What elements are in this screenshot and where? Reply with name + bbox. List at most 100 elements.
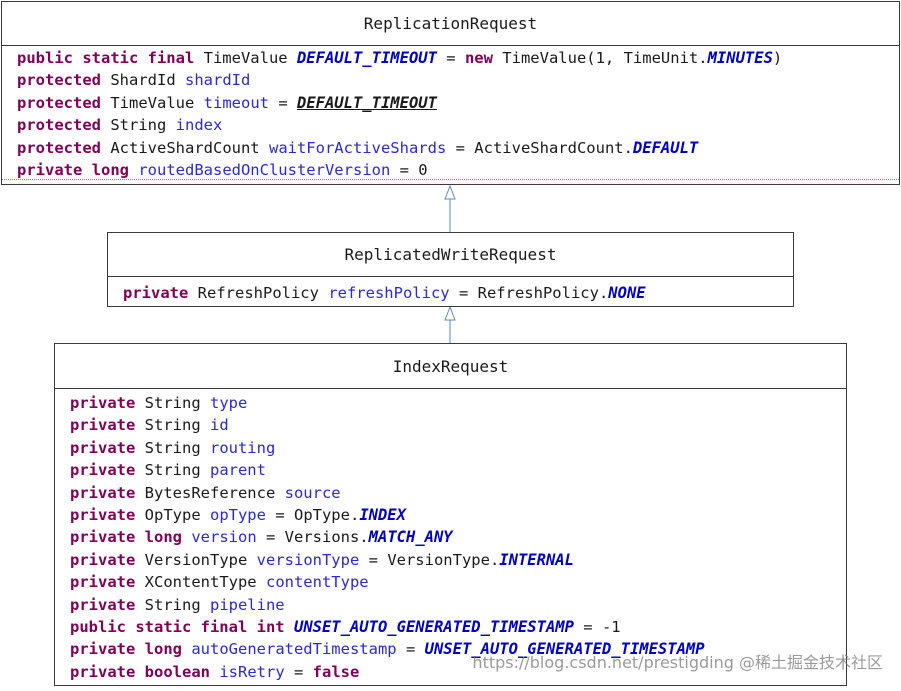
field-token-typ (210, 663, 219, 681)
field-token-typ: RefreshPolicy (188, 284, 329, 302)
field-row: private long routedBasedOnClusterVersion… (17, 159, 428, 181)
field-token-nm: pipeline (209, 595, 285, 614)
field-token-op: = (268, 93, 297, 112)
field-token-op: = (449, 284, 478, 302)
field-token-cst: INDEX (359, 506, 406, 524)
class-box-replication-request[interactable]: ReplicationRequest public static final T… (1, 1, 900, 185)
field-token-typ: XContentType (135, 573, 266, 592)
field-token-typ (182, 640, 191, 658)
field-row: protected ActiveShardCount waitForActive… (17, 137, 698, 159)
field-token-op: = (436, 49, 465, 67)
field-token-val: VersionType. (387, 550, 500, 569)
field-token-kw: private long (17, 161, 129, 179)
field-token-nm: versionType (256, 550, 360, 569)
field-token-kw: new (464, 49, 493, 67)
field-token-typ: String (135, 438, 210, 457)
field-token-val: TimeValue(1, TimeUnit. (492, 49, 708, 67)
field-token-op: = (284, 662, 313, 681)
field-token-nm: routing (209, 438, 276, 457)
class-name: ReplicatedWriteRequest (108, 233, 793, 277)
field-token-nm: shardId (185, 71, 251, 90)
field-token-typ: TimeValue (194, 49, 297, 67)
field-token-kw: private (123, 284, 189, 302)
field-token-typ: OpType (135, 506, 210, 524)
field-token-cst: NONE (608, 284, 646, 302)
field-token-nm: timeout (203, 93, 269, 112)
field-token-cst: DEFAULT_TIMEOUT (296, 49, 437, 67)
generalization-arrow-replicated-to-replication (444, 184, 456, 232)
field-token-kw: public static final int (70, 618, 285, 636)
field-row: private OpType opType = OpType.INDEX (70, 504, 406, 526)
field-token-nm: version (191, 528, 257, 547)
field-token-val: RefreshPolicy. (477, 284, 609, 302)
field-row: private BytesReference source (70, 482, 341, 504)
field-token-kw: private long (70, 528, 182, 547)
field-token-kw: private (70, 461, 136, 480)
field-token-nm: opType (209, 506, 266, 524)
field-token-op: = (396, 640, 425, 659)
field-token-typ: String (135, 394, 210, 412)
field-token-kw: protected (17, 71, 101, 90)
field-token-typ: BytesReference (135, 483, 285, 502)
field-token-op: = (446, 138, 475, 157)
field-row: protected TimeValue timeout = DEFAULT_TI… (17, 92, 437, 114)
field-token-typ (182, 528, 191, 546)
class-box-index-request[interactable]: IndexRequest private String type private … (54, 343, 847, 686)
field-token-kw: protected (17, 116, 101, 135)
field-token-nm: routedBasedOnClusterVersion (138, 161, 391, 179)
field-token-nm: refreshPolicy (328, 284, 450, 302)
field-token-typ: String (135, 416, 210, 435)
field-token-kw: private (70, 573, 136, 592)
watermark: https://blog.csdn.net/prestigding @稀土掘金技… (472, 653, 883, 672)
field-token-kw: false (312, 662, 360, 681)
field-token-op: = (573, 618, 602, 636)
field-token-nm: waitForActiveShards (268, 138, 447, 157)
field-row: private VersionType versionType = Versio… (70, 549, 574, 571)
field-token-op: = (265, 506, 294, 524)
class-box-replicated-write-request[interactable]: ReplicatedWriteRequest private RefreshPo… (107, 232, 794, 307)
field-token-val: -1 (601, 618, 621, 636)
field-token-val: 0 (418, 161, 428, 179)
field-list: public static final TimeValue DEFAULT_TI… (2, 46, 899, 184)
field-token-cst: MATCH_ANY (368, 528, 453, 547)
field-token-nm: index (175, 116, 223, 135)
field-token-kw: private (70, 595, 136, 614)
field-token-typ: TimeValue (101, 93, 204, 112)
field-row: private String id (70, 414, 229, 436)
field-token-typ: String (135, 461, 210, 480)
field-row: private RefreshPolicy refreshPolicy = Re… (123, 282, 646, 304)
field-row: public static final int UNSET_AUTO_GENER… (70, 616, 621, 638)
field-token-ul: DEFAULT_TIMEOUT (296, 93, 437, 112)
class-name-text: ReplicatedWriteRequest (344, 245, 557, 264)
field-token-kw: private (70, 550, 136, 569)
field-token-kw: protected (17, 93, 101, 112)
generalization-arrow-index-to-replicated (444, 305, 456, 343)
field-row: public static final TimeValue DEFAULT_TI… (17, 47, 782, 69)
field-token-kw: private (70, 438, 136, 457)
field-token-nm: isRetry (219, 662, 285, 681)
field-token-nm: type (209, 394, 248, 412)
field-row: private boolean isRetry = false (70, 661, 359, 683)
field-token-typ: ActiveShardCount (101, 138, 269, 157)
field-token-kw: private (70, 416, 136, 435)
field-token-val: ActiveShardCount. (474, 138, 633, 157)
field-token-kw: public static final (17, 49, 195, 67)
field-token-typ (285, 618, 294, 636)
field-token-op: = (256, 528, 285, 547)
class-name: ReplicationRequest (2, 2, 899, 46)
field-divider (2, 179, 899, 180)
field-list: private String type private String id priv… (55, 389, 846, 685)
class-name: IndexRequest (55, 344, 846, 389)
field-row: protected ShardId shardId (17, 69, 250, 91)
field-token-cst: MINUTES (707, 49, 773, 67)
field-row: private String parent (70, 459, 266, 481)
field-row: protected String index (17, 114, 222, 136)
field-token-typ: VersionType (135, 550, 257, 569)
field-token-cst: UNSET_AUTO_GENERATED_TIMESTAMP (293, 618, 574, 636)
field-token-kw: private boolean (70, 662, 210, 681)
field-token-nm: contentType (265, 573, 369, 592)
field-token-op: = (359, 550, 388, 569)
field-token-nm: parent (209, 461, 266, 480)
field-token-val: Versions. (284, 528, 369, 547)
class-name-text: ReplicationRequest (363, 14, 538, 33)
